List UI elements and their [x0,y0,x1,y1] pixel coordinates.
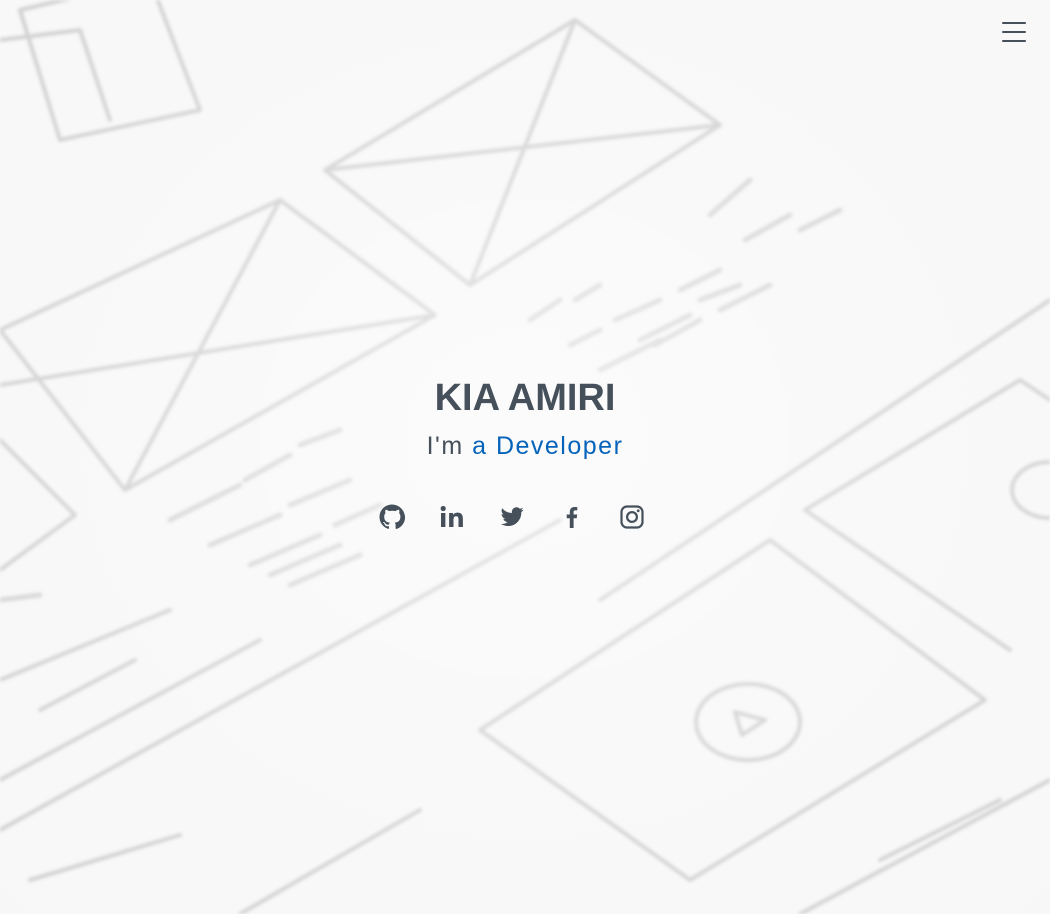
twitter-icon [500,507,524,526]
linkedin-icon [440,505,463,527]
instagram-icon [620,505,644,529]
hero-section: KIA AMIRI I'm a Developer [0,0,1050,914]
tagline-prefix: I'm [426,432,464,460]
facebook-link[interactable] [555,500,589,534]
linkedin-link[interactable] [435,500,469,534]
social-links [0,500,1050,534]
instagram-link[interactable] [615,500,649,534]
tagline-typed-text: a Developer [472,432,624,460]
github-icon [379,504,406,530]
facebook-icon [566,507,578,528]
github-link[interactable] [375,500,409,534]
hero-tagline: I'm a Developer [0,432,1050,461]
hero-name: KIA AMIRI [434,377,616,419]
twitter-link[interactable] [495,500,529,534]
